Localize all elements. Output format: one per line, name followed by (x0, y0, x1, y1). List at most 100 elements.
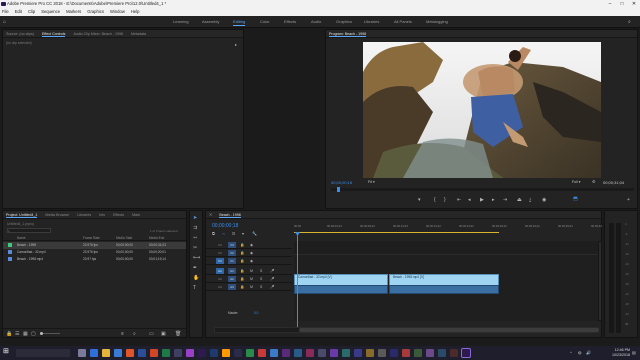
lock-track-icon[interactable]: 🔒 (240, 284, 244, 290)
automate-icon[interactable]: ⌕ (133, 331, 136, 337)
ws-learning[interactable]: Learning (173, 16, 189, 27)
new-bin-icon[interactable]: ▭ (149, 331, 154, 337)
source-patch-a2[interactable]: A2 (216, 276, 224, 282)
razor-tool-icon[interactable]: ✂ (193, 245, 197, 251)
solo-track-icon[interactable]: S (260, 284, 262, 290)
notifications-icon[interactable]: ▤ (632, 350, 636, 356)
ws-metalogging[interactable]: Metalogging (426, 16, 448, 27)
go-to-in-icon[interactable]: ⇤ (457, 197, 461, 203)
program-scrubber[interactable] (331, 187, 634, 192)
track-select-tool-icon[interactable]: ⇉ (193, 225, 197, 231)
go-to-out-icon[interactable]: ⇥ (503, 197, 507, 203)
task-view-icon[interactable] (78, 349, 86, 357)
voice-over-record-icon[interactable]: 🎤 (270, 284, 274, 290)
track-target-a3[interactable]: A3 (228, 284, 236, 290)
ws-editing[interactable]: Editing (233, 16, 246, 27)
lock-icon[interactable]: 🔒 (6, 331, 12, 337)
photoshop-icon[interactable] (210, 349, 218, 357)
app-icon-18[interactable] (438, 349, 446, 357)
ws-libraries[interactable]: Libraries (364, 16, 379, 27)
playhead-handle[interactable] (295, 232, 300, 236)
source-patch-a1[interactable]: A1 (216, 268, 224, 274)
lock-track-icon[interactable]: 🔒 (240, 242, 244, 248)
lock-track-icon[interactable]: 🔒 (240, 250, 244, 256)
adobe-app-icon-1[interactable] (186, 349, 194, 357)
source-patch-a3[interactable]: A3 (216, 284, 224, 290)
step-back-icon[interactable]: ◂ (468, 197, 471, 203)
source-patch-v1[interactable]: V1 (216, 258, 224, 264)
hand-tool-icon[interactable]: ✋ (193, 275, 199, 281)
app-icon-19[interactable] (450, 349, 458, 357)
playhead-marker[interactable] (337, 187, 340, 192)
pen-tool-icon[interactable]: ✒ (193, 265, 197, 271)
timeline-ruler[interactable]: 00;00 00;00;04;23 00;00;09;23 00;00;14;23 00… (294, 222, 602, 234)
app-icon-16[interactable] (414, 349, 422, 357)
toggle-output-icon[interactable]: ◉ (250, 242, 253, 248)
tab-libraries[interactable]: Libraries (77, 213, 91, 217)
volume-icon[interactable]: 🔊 (586, 350, 591, 356)
timeline-vertical-scrollbar[interactable] (598, 241, 602, 321)
timeline-settings-icon[interactable]: 🔧 (252, 231, 257, 237)
office-icon[interactable] (126, 349, 134, 357)
mark-out-icon[interactable]: } (444, 197, 446, 203)
ws-effects[interactable]: Effects (284, 16, 296, 27)
button-editor-icon[interactable]: ⬒ (573, 196, 578, 202)
freeform-view-icon[interactable]: ▢ (31, 331, 36, 337)
app-icon-4[interactable] (270, 349, 278, 357)
minimize-icon[interactable]: – (604, 0, 616, 8)
tab-audio-clip-mixer[interactable]: Audio Clip Mixer: Beach - 1998 (73, 32, 123, 36)
app-icon-7[interactable] (306, 349, 314, 357)
track-target-v1[interactable]: V1 (228, 258, 236, 264)
voice-over-record-icon[interactable]: 🎤 (270, 276, 274, 282)
wrench-icon[interactable]: ⚙ (592, 179, 596, 185)
network-icon[interactable]: ◍ (578, 350, 582, 356)
ripple-edit-tool-icon[interactable]: ⇿ (193, 235, 197, 241)
app-icon-12[interactable] (366, 349, 374, 357)
premiere-active-icon[interactable] (461, 348, 471, 358)
file-explorer-icon[interactable] (102, 349, 110, 357)
menu-graphics[interactable]: Graphics (87, 9, 104, 14)
menu-file[interactable]: File (2, 9, 9, 14)
app-icon-9[interactable] (330, 349, 338, 357)
store-icon[interactable] (114, 349, 122, 357)
clip-a1-camorillad[interactable] (294, 285, 388, 294)
tab-mark[interactable]: Mark (132, 213, 140, 217)
menu-markers[interactable]: Markers (66, 9, 81, 14)
slip-tool-icon[interactable]: ⟷ (193, 255, 200, 261)
timeline-horizontal-scrollbar[interactable] (214, 327, 599, 333)
work-area-bar[interactable] (294, 232, 499, 233)
tab-source[interactable]: Source: (no clips) (6, 32, 34, 36)
ws-audio[interactable]: Audio (311, 16, 321, 27)
timeline-timecode[interactable]: 00;00;00;18 (212, 223, 238, 229)
powerpoint-icon[interactable] (150, 349, 158, 357)
trash-icon[interactable]: 🗑 (175, 331, 181, 337)
project-row[interactable]: Beach - 1998.mp4 23.97 fps 00;00;00;00 00;0… (3, 256, 186, 263)
mark-in-icon[interactable]: { (434, 197, 436, 203)
mute-track-icon[interactable]: M (250, 268, 253, 274)
play-triangle-icon[interactable]: ▸ (235, 42, 237, 48)
tab-program[interactable]: Program: Beach - 1998 (329, 32, 367, 37)
illustrator-icon[interactable] (222, 349, 230, 357)
app-icon-1[interactable] (174, 349, 182, 357)
app-icon-15[interactable] (402, 349, 410, 357)
lock-track-icon[interactable]: 🔒 (240, 258, 244, 264)
clip-a1-beach[interactable] (389, 285, 499, 294)
tab-project[interactable]: Project: Untitled4_1 (6, 213, 38, 218)
new-item-icon[interactable]: ▣ (161, 331, 166, 337)
mute-track-icon[interactable]: M (250, 276, 253, 282)
add-marker-icon[interactable]: ▾ (418, 197, 421, 203)
track-target-a1[interactable]: A1 (228, 268, 236, 274)
solo-track-icon[interactable]: S (260, 276, 262, 282)
tab-info[interactable]: Info (99, 213, 105, 217)
close-icon[interactable]: ✕ (628, 0, 640, 8)
project-row[interactable]: Camorillad - 32.mp4 23.976 fps 00;00;00;00… (3, 249, 186, 256)
app-icon-2[interactable] (246, 349, 254, 357)
lift-icon[interactable]: ⏏ (517, 197, 522, 203)
track-target-v3[interactable]: V3 (228, 242, 236, 248)
ws-graphics[interactable]: Graphics (336, 16, 352, 27)
voice-over-record-icon[interactable]: 🎤 (270, 268, 274, 274)
menu-edit[interactable]: Edit (15, 9, 22, 14)
mute-track-icon[interactable]: M (250, 284, 253, 290)
list-view-icon[interactable]: ☰ (15, 331, 19, 337)
tab-effects[interactable]: Effects (113, 213, 124, 217)
